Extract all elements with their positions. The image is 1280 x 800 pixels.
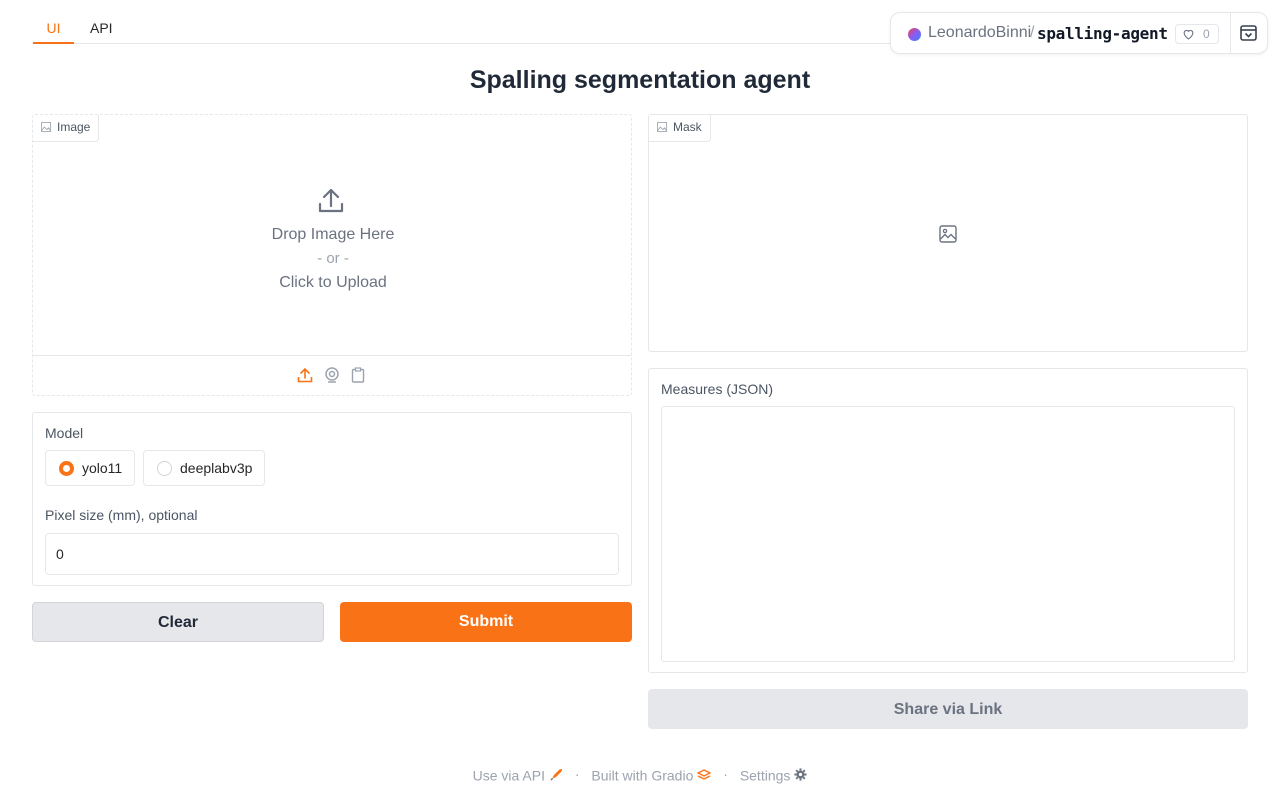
image-source-bar <box>33 355 631 395</box>
radio-dot <box>157 461 172 476</box>
upload-source-icon[interactable] <box>297 367 313 388</box>
image-placeholder-icon <box>939 225 957 248</box>
collapse-icon <box>1240 25 1257 41</box>
clear-button[interactable]: Clear <box>32 602 324 642</box>
radio-yolo11[interactable]: yolo11 <box>45 450 135 486</box>
space-avatar-icon <box>908 28 921 41</box>
radio-deeplabv3p[interactable]: deeplabv3p <box>143 450 265 486</box>
image-label: Image <box>33 115 100 142</box>
tab-ui[interactable]: UI <box>33 0 74 44</box>
pixel-size-label: Pixel size (mm), optional <box>45 507 198 523</box>
heart-icon <box>1183 29 1194 40</box>
measures-panel: Measures (JSON) <box>648 368 1248 673</box>
measures-label: Measures (JSON) <box>661 381 774 397</box>
use-via-api-text: Use via API <box>472 766 545 783</box>
mask-label: Mask <box>649 115 711 142</box>
use-via-api-link[interactable]: Use via API <box>472 766 563 783</box>
mask-label-text: Mask <box>673 120 702 134</box>
tab-api[interactable]: API <box>90 0 113 44</box>
space-owner-link[interactable]: LeonardoBinni <box>928 24 1031 42</box>
share-via-link-button[interactable]: Share via Link <box>648 689 1248 729</box>
webcam-icon[interactable] <box>324 367 340 388</box>
model-label: Model <box>45 425 84 441</box>
options-panel: Model yolo11 deeplabv3p Pixel size (mm),… <box>32 412 632 586</box>
radio-label: yolo11 <box>82 460 123 476</box>
like-button[interactable]: 0 <box>1175 24 1219 44</box>
pixel-size-input[interactable] <box>45 533 619 575</box>
click-to-upload-text: Click to Upload <box>279 274 387 291</box>
gradio-logo-icon <box>696 769 712 780</box>
image-upload-dropzone[interactable]: Image Drop Image Here - or - Click to Up… <box>32 114 632 396</box>
badge-divider <box>1230 13 1231 53</box>
footer: Use via API · Built with Gradio · Settin… <box>0 765 1280 783</box>
drop-image-text: Drop Image Here <box>271 226 395 243</box>
footer-separator: · <box>723 766 728 783</box>
radio-dot-checked <box>59 461 74 476</box>
measures-json-textarea[interactable] <box>661 406 1235 662</box>
footer-separator: · <box>574 766 580 783</box>
settings-link[interactable]: Settings <box>739 766 808 783</box>
clipboard-icon[interactable] <box>350 367 366 388</box>
built-with-gradio-text: Built with Gradio <box>591 766 694 783</box>
like-count: 0 <box>1203 27 1210 41</box>
submit-button[interactable]: Submit <box>340 602 632 642</box>
space-header-badge: LeonardoBinni / spalling-agent 0 <box>890 12 1268 54</box>
upload-icon <box>317 187 345 220</box>
mask-output: Mask <box>648 114 1248 352</box>
space-separator: / <box>1030 24 1035 41</box>
rocket-icon <box>550 768 562 781</box>
page-title: Spalling segmentation agent <box>469 66 811 94</box>
image-label-text: Image <box>57 120 91 134</box>
built-with-gradio-link[interactable]: Built with Gradio <box>591 766 712 783</box>
radio-label: deeplabv3p <box>180 460 253 476</box>
gear-icon <box>794 768 807 782</box>
image-icon <box>657 122 667 132</box>
image-icon <box>41 122 51 132</box>
space-name-link[interactable]: spalling-agent <box>1037 24 1168 43</box>
collapse-button[interactable] <box>1240 25 1257 46</box>
or-text: - or - <box>317 250 349 267</box>
settings-text: Settings <box>739 766 791 783</box>
